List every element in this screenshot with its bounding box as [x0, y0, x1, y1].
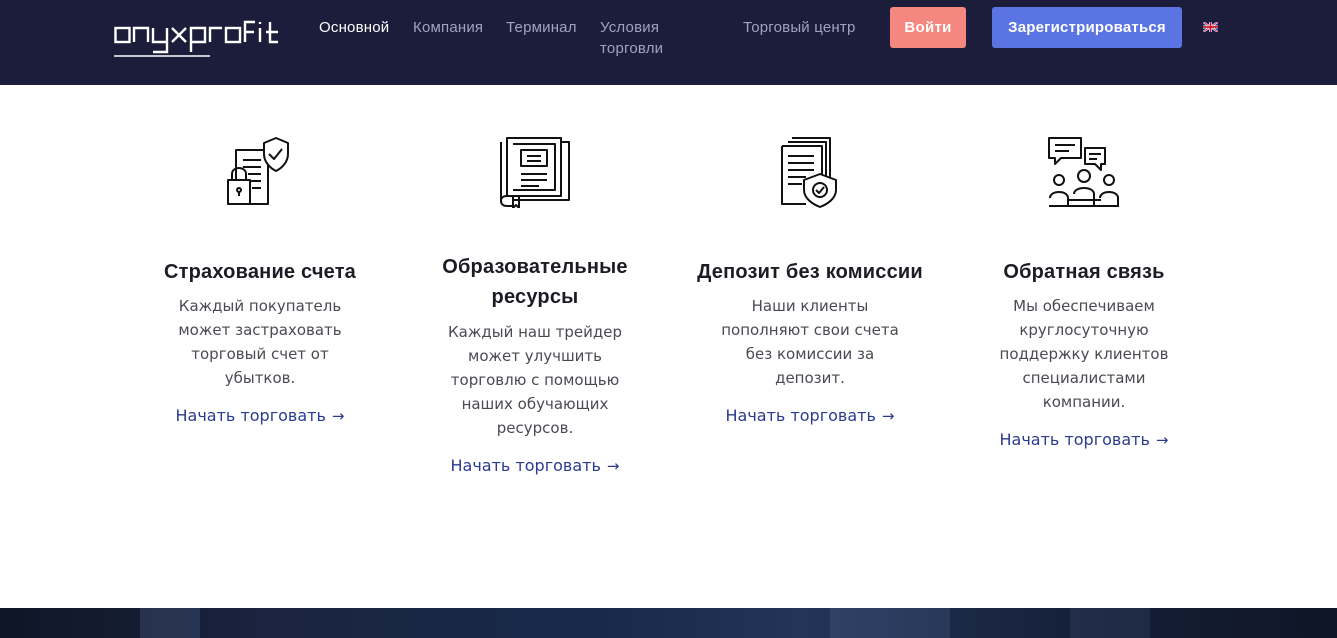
next-section-background — [0, 608, 1337, 638]
book-icon — [500, 137, 570, 208]
login-button[interactable]: Войти — [890, 7, 966, 48]
feature-account-insurance: Страхование счета Каждый покупатель може… — [135, 136, 385, 426]
start-trading-link[interactable]: Начать торговать → — [176, 406, 345, 425]
arrow-right-icon: → — [331, 407, 345, 425]
link-label: Начать торговать — [450, 456, 601, 475]
feature-description: Наши клиенты пополняют свои счета без ко… — [721, 297, 899, 387]
link-label: Начать торговать — [175, 406, 326, 425]
top-navbar: Основной Компания Терминал Условия торго… — [0, 0, 1337, 85]
nav-item-terminal[interactable]: Терминал — [506, 17, 577, 38]
arrow-right-icon: → — [606, 457, 620, 475]
feature-description: Каждый покупатель может застраховать тор… — [178, 297, 342, 387]
start-trading-link[interactable]: Начать торговать → — [726, 406, 895, 425]
arrow-right-icon: → — [881, 407, 895, 425]
feature-title: Образовательные ресурсы — [442, 256, 628, 308]
feature-deposit-no-fee: Депозит без комиссии Наши клиенты пополн… — [685, 136, 935, 426]
link-label: Начать торговать — [999, 430, 1150, 449]
feature-feedback: Обратная связь Мы обеспечиваем круглосут… — [959, 136, 1209, 450]
background-glow — [830, 608, 950, 638]
secure-document-icon — [227, 137, 289, 205]
nav-item-trading-conditions[interactable]: Условия торговли — [600, 17, 700, 59]
onyxprofit-logo[interactable] — [114, 18, 288, 58]
link-label: Начать торговать — [725, 406, 876, 425]
arrow-right-icon: → — [1155, 431, 1169, 449]
documents-shield-icon — [781, 137, 837, 208]
uk-flag-icon[interactable] — [1203, 22, 1218, 32]
start-trading-link[interactable]: Начать торговать → — [451, 456, 620, 475]
support-team-icon — [1048, 137, 1119, 207]
register-button[interactable]: Зарегистрироваться — [992, 7, 1182, 48]
feature-title: Обратная связь — [1003, 261, 1165, 283]
feature-education-resources: Образовательные ресурсы Каждый наш трейд… — [410, 136, 660, 476]
feature-title: Страхование счета — [163, 261, 357, 283]
background-glow — [1070, 608, 1150, 638]
feature-description: Мы обеспечиваем круглосуточную поддержку… — [999, 297, 1169, 411]
feature-title: Депозит без комиссии — [697, 261, 923, 283]
feature-description: Каждый наш трейдер может улучшить торгов… — [448, 323, 622, 437]
start-trading-link[interactable]: Начать торговать → — [1000, 430, 1169, 449]
nav-item-company[interactable]: Компания — [413, 17, 483, 38]
nav-item-main[interactable]: Основной — [319, 17, 389, 38]
background-glow — [140, 608, 200, 638]
nav-item-trading-center[interactable]: Торговый центр — [743, 17, 856, 38]
